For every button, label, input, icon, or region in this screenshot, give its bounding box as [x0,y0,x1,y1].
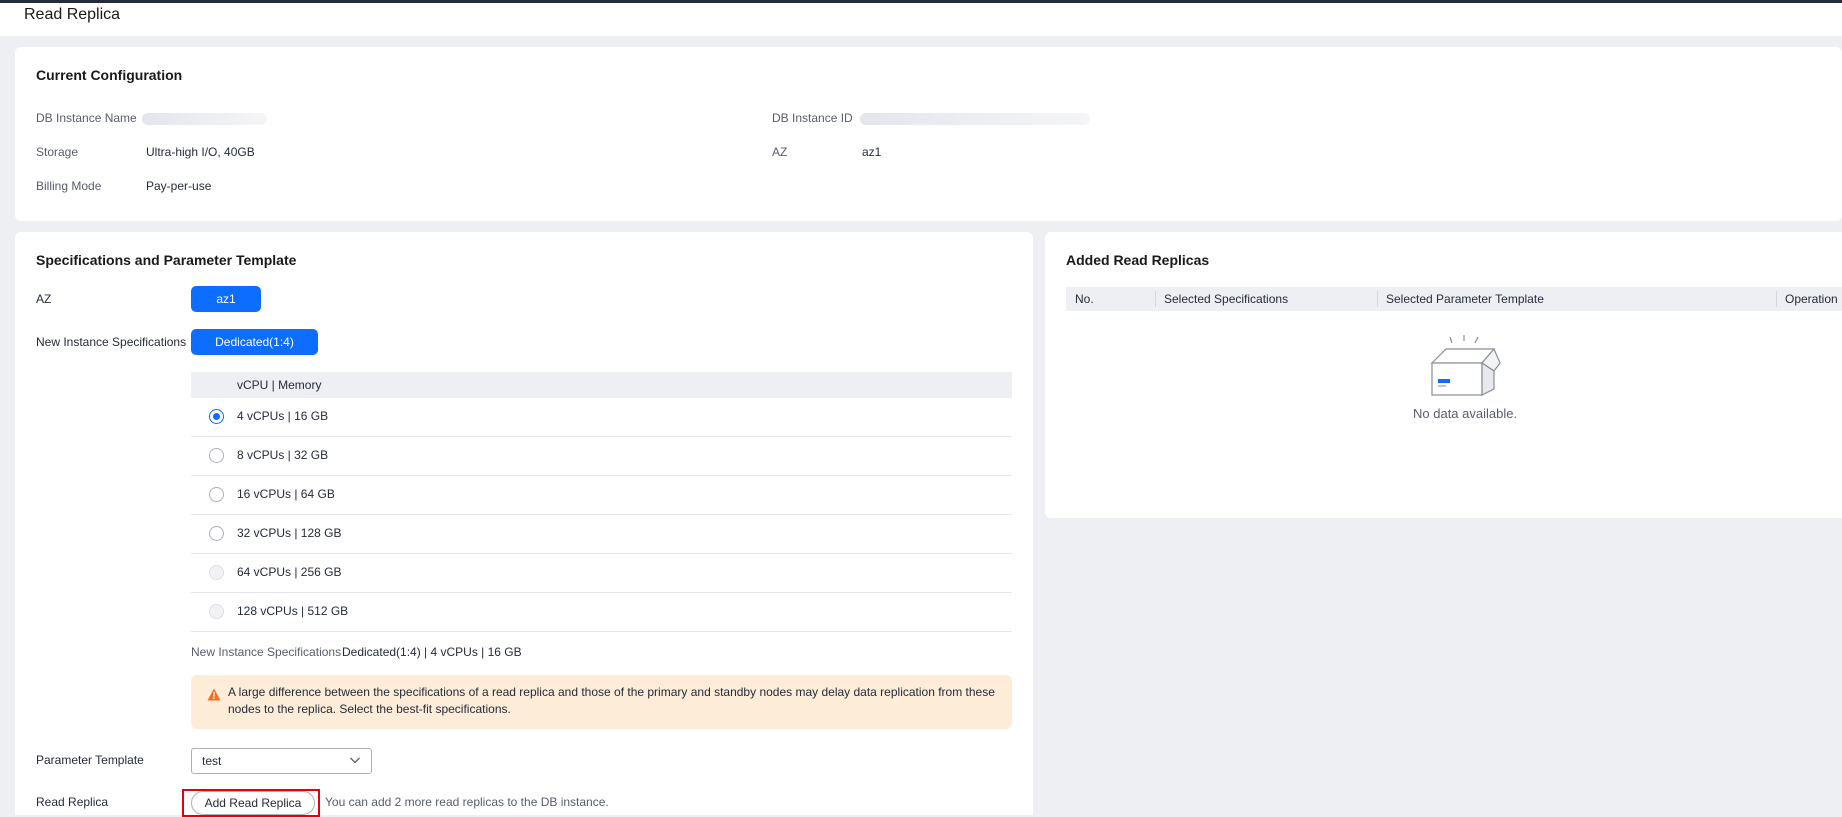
column-divider [1377,291,1378,307]
current-configuration-card: Current Configuration DB Instance Name D… [15,47,1842,221]
billing-mode-value: Pay-per-use [146,179,212,193]
page-header: Read Replica [0,3,1842,36]
column-divider [1776,291,1777,307]
remaining-replicas-hint: You can add 2 more read replicas to the … [325,795,609,809]
empty-state-text: No data available. [1413,406,1518,421]
radio-button-disabled [209,565,224,580]
db-instance-name-label: DB Instance Name [36,111,137,125]
parameter-template-label: Parameter Template [36,753,144,767]
storage-value: Ultra-high I/O, 40GB [146,145,255,159]
spec-option-label: 4 vCPUs | 16 GB [237,409,329,423]
spec-option-row-disabled: 128 vCPUs | 512 GB [191,593,1012,632]
storage-label: Storage [36,145,79,159]
spec-option-row[interactable]: 32 vCPUs | 128 GB [191,515,1012,554]
db-instance-id-value-redacted [860,113,1090,125]
spec-type-button[interactable]: Dedicated(1:4) [191,329,318,355]
az-option-button[interactable]: az1 [191,286,261,312]
column-header-no: No. [1075,292,1094,306]
spec-option-row[interactable]: 8 vCPUs | 32 GB [191,437,1012,476]
section-title: Current Configuration [36,67,183,83]
column-header-operation: Operation [1785,292,1838,306]
chevron-down-icon [350,757,360,764]
spec-option-label: 16 vCPUs | 64 GB [237,487,335,501]
warning-icon [207,688,221,701]
highlight-box [182,789,320,817]
spec-option-label: 32 vCPUs | 128 GB [237,526,342,540]
spec-option-label: 8 vCPUs | 32 GB [237,448,329,462]
section-title: Added Read Replicas [1066,252,1210,268]
new-instance-specifications-label: New Instance Specifications [36,335,187,349]
selected-spec-summary-value: Dedicated(1:4) | 4 vCPUs | 16 GB [342,645,522,659]
warning-text: A large difference between the specifica… [228,685,995,716]
spec-table-header: vCPU | Memory [191,372,1012,398]
empty-box-icon [1430,335,1501,396]
spec-option-row[interactable]: 16 vCPUs | 64 GB [191,476,1012,515]
db-instance-id-label: DB Instance ID [772,111,853,125]
spec-option-label: 128 vCPUs | 512 GB [237,604,349,618]
radio-button[interactable] [209,487,224,502]
column-header-selected-specifications: Selected Specifications [1164,292,1289,306]
parameter-template-select[interactable]: test [191,748,372,774]
selected-spec-summary-label: New Instance Specifications [191,645,342,659]
db-instance-name-value-redacted [142,113,267,125]
az-field-label: AZ [36,292,52,306]
radio-button[interactable] [209,526,224,541]
read-replica-label: Read Replica [36,795,109,809]
az-label: AZ [772,145,788,159]
spec-option-row[interactable]: 4 vCPUs | 16 GB [191,398,1012,437]
billing-mode-label: Billing Mode [36,179,102,193]
page-title: Read Replica [24,6,121,23]
az-value: az1 [862,145,882,159]
radio-button[interactable] [209,448,224,463]
warning-banner: A large difference between the specifica… [191,675,1012,729]
parameter-template-value: test [202,754,222,768]
replica-table-header: No. Selected Specifications Selected Par… [1066,287,1842,311]
column-header-selected-parameter-template: Selected Parameter Template [1386,292,1544,306]
vcpu-memory-column-header: vCPU | Memory [237,378,322,392]
radio-button-disabled [209,604,224,619]
column-divider [1155,291,1156,307]
radio-button-selected[interactable] [209,409,224,424]
spec-option-row-disabled: 64 vCPUs | 256 GB [191,554,1012,593]
section-title: Specifications and Parameter Template [36,252,297,268]
spec-option-label: 64 vCPUs | 256 GB [237,565,342,579]
